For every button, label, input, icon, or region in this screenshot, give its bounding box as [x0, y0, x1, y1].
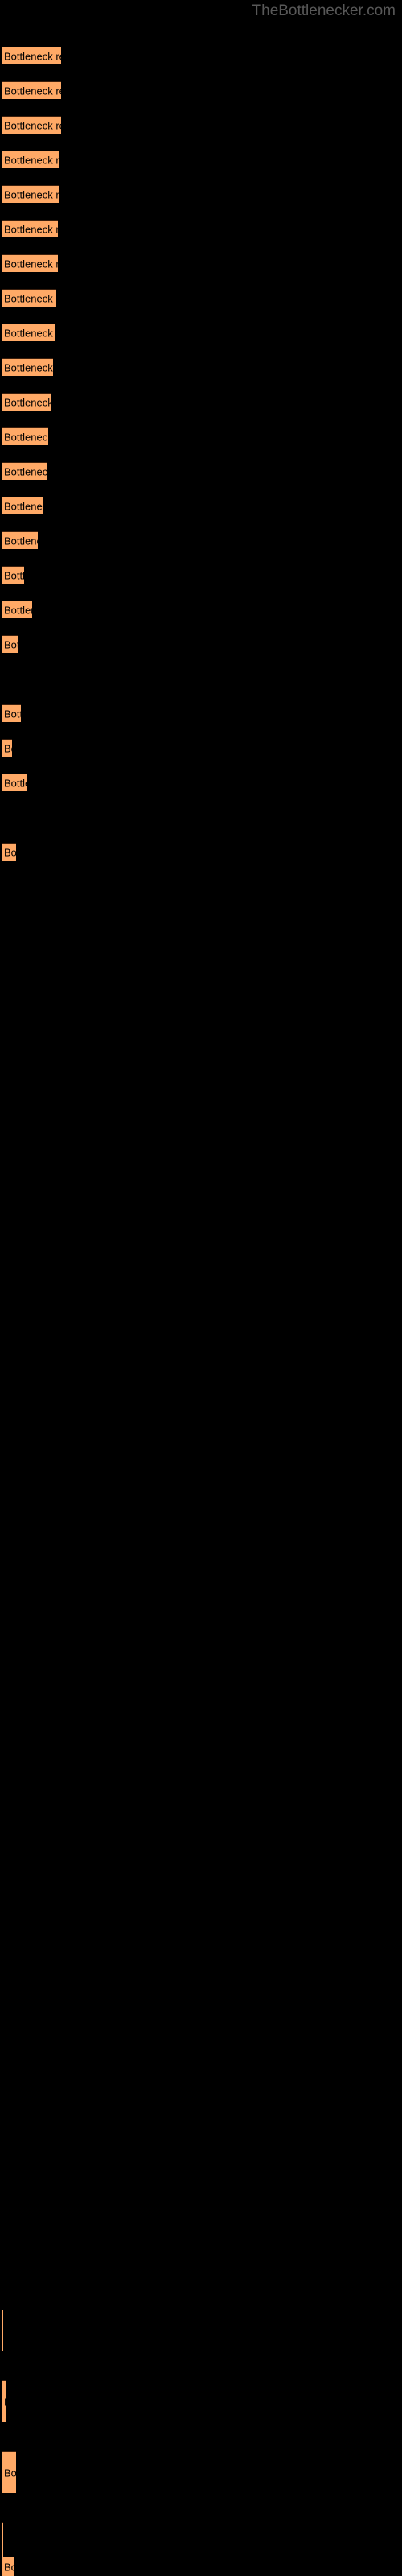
- bar-label: Bottleneck result: [4, 154, 59, 166]
- bar-label: Bottleneck result: [4, 604, 32, 616]
- bar-label: Bottleneck result: [4, 292, 56, 304]
- bar-item: Bottleneck result: [2, 47, 61, 64]
- bottleneck-bar-chart: TheBottlenecker.com Bottleneck resultBot…: [0, 0, 402, 2576]
- bar-item: Bottleneck result: [2, 116, 61, 134]
- bar-label: Bottleneck result: [4, 50, 61, 62]
- bar-item: Bottleneck result: [2, 151, 59, 168]
- bar-label: Bottleneck result: [4, 223, 58, 235]
- bar-item: Bottleneck result: [2, 220, 58, 237]
- bar-item: Bottleneck result: [2, 393, 51, 411]
- bar-item: Bottleneck result: [2, 81, 61, 99]
- bar-label: Bottleneck result: [4, 119, 61, 131]
- bar-label: Bottleneck result: [4, 708, 21, 720]
- bar-label: Bottleneck result: [4, 327, 55, 339]
- bar-item: Bottleneck result: [2, 635, 18, 653]
- bar-label: Bottleneck result: [4, 569, 24, 581]
- bar-label: Bottleneck result: [4, 396, 51, 408]
- bar-label: Bottleneck result: [4, 2396, 6, 2408]
- bar-label: Bottleneck result: [4, 258, 58, 270]
- bar-item: Bottleneck result: [2, 324, 55, 341]
- bar-item: Bottleneck result: [2, 427, 48, 445]
- bar-label: Bottleneck result: [4, 777, 27, 789]
- bar-label: Bottleneck result: [4, 465, 47, 477]
- bar-item: Bottleneck result: [2, 462, 47, 480]
- bar-label: Bottleneck result: [4, 742, 12, 754]
- bar-item: Bottleneck result: [2, 2310, 3, 2351]
- bar-label: Bottleneck result: [4, 188, 59, 200]
- bar-item: Bottleneck result: [2, 531, 38, 549]
- bar-label: Bottleneck result: [4, 846, 16, 858]
- bar-item: Bottleneck result: [2, 358, 53, 376]
- bar-item: Bottleneck result: [2, 739, 12, 757]
- bar-item: Bottleneck result: [2, 704, 21, 722]
- bar-item: Bottleneck result: [2, 774, 27, 791]
- bar-label: Bottleneck result: [4, 535, 38, 547]
- bar-label: Bottleneck result: [4, 638, 18, 650]
- bar-item: Bottleneck result: [2, 843, 16, 861]
- bar-item: Bottleneck result: [2, 497, 43, 514]
- bar-label: Bottleneck result: [4, 2467, 16, 2479]
- bar-item: Bottleneck result: [2, 566, 24, 584]
- bar-item: Bottleneck result: [2, 2451, 16, 2493]
- bar-series-container: Bottleneck result Bottleneck result Bottle…: [0, 0, 402, 2576]
- bar-item: Bottleneck result: [2, 254, 58, 272]
- bar-label: Bottleneck result: [4, 500, 43, 512]
- bar-item: Bottleneck result: [2, 2557, 14, 2576]
- bar-label: Bottleneck result: [4, 431, 48, 443]
- bar-item: Bottleneck result: [2, 2380, 6, 2422]
- bar-label: Bottleneck result: [4, 85, 61, 97]
- bar-item: Bottleneck result: [2, 185, 59, 203]
- bar-item: Bottleneck result: [2, 289, 56, 307]
- bar-item: Bottleneck result: [2, 601, 32, 618]
- bar-label: Bottleneck result: [4, 2561, 14, 2573]
- bar-label: Bottleneck result: [4, 361, 53, 374]
